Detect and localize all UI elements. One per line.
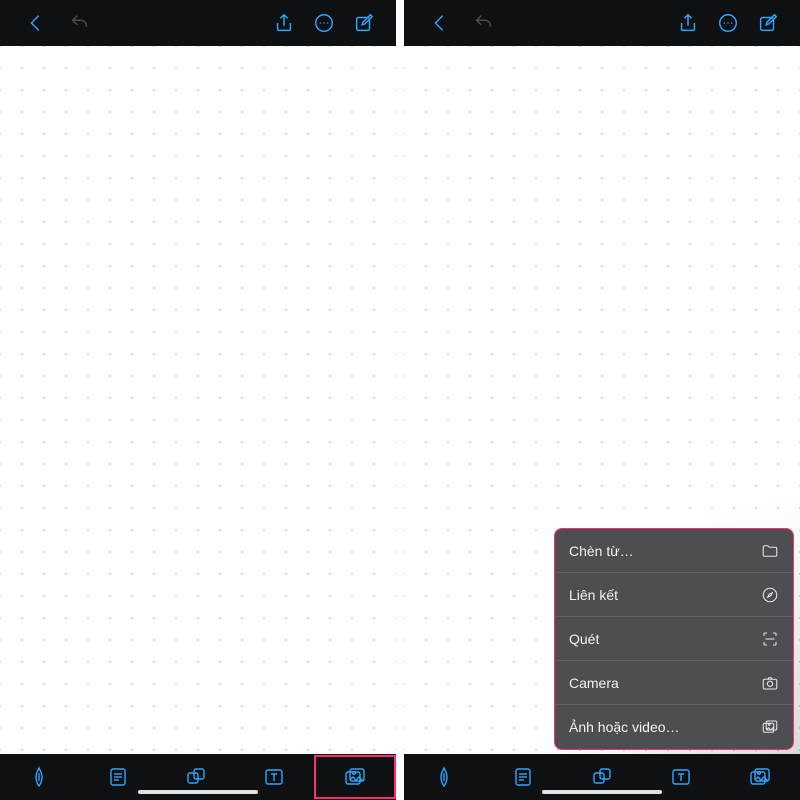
popup-item-label: Chèn từ… [569,543,634,559]
popup-item-photo-video[interactable]: Ảnh hoặc video… [555,705,793,749]
image-tool-button[interactable] [721,754,800,800]
right-screenshot: Chèn từ… Liên kết Quét Camera Ảnh hoặc v… [404,0,800,800]
camera-icon [761,674,779,692]
top-toolbar [0,0,396,46]
popup-item-label: Ảnh hoặc video… [569,719,680,735]
share-button[interactable] [266,5,302,41]
insert-popup-menu: Chèn từ… Liên kết Quét Camera Ảnh hoặc v… [554,528,794,750]
scan-icon [761,630,779,648]
back-button[interactable] [422,5,458,41]
image-tool-button[interactable] [314,755,396,799]
gallery-icon [761,718,779,736]
folder-icon [761,542,779,560]
back-button[interactable] [18,5,54,41]
left-screenshot [0,0,396,800]
note-canvas[interactable] [0,46,396,754]
popup-item-label: Camera [569,675,619,691]
home-indicator [542,790,662,794]
popup-item-scan[interactable]: Quét [555,617,793,661]
pen-tool-button[interactable] [0,754,78,800]
undo-button[interactable] [466,5,502,41]
share-button[interactable] [670,5,706,41]
more-button[interactable] [710,5,746,41]
pen-tool-button[interactable] [404,754,483,800]
popup-item-link[interactable]: Liên kết [555,573,793,617]
compass-icon [761,586,779,604]
popup-item-camera[interactable]: Camera [555,661,793,705]
top-toolbar [404,0,800,46]
popup-item-label: Quét [569,631,599,647]
popup-item-insert-from[interactable]: Chèn từ… [555,529,793,573]
undo-button[interactable] [62,5,98,41]
compose-button[interactable] [346,5,382,41]
more-button[interactable] [306,5,342,41]
home-indicator [138,790,258,794]
compose-button[interactable] [750,5,786,41]
popup-item-label: Liên kết [569,587,618,603]
